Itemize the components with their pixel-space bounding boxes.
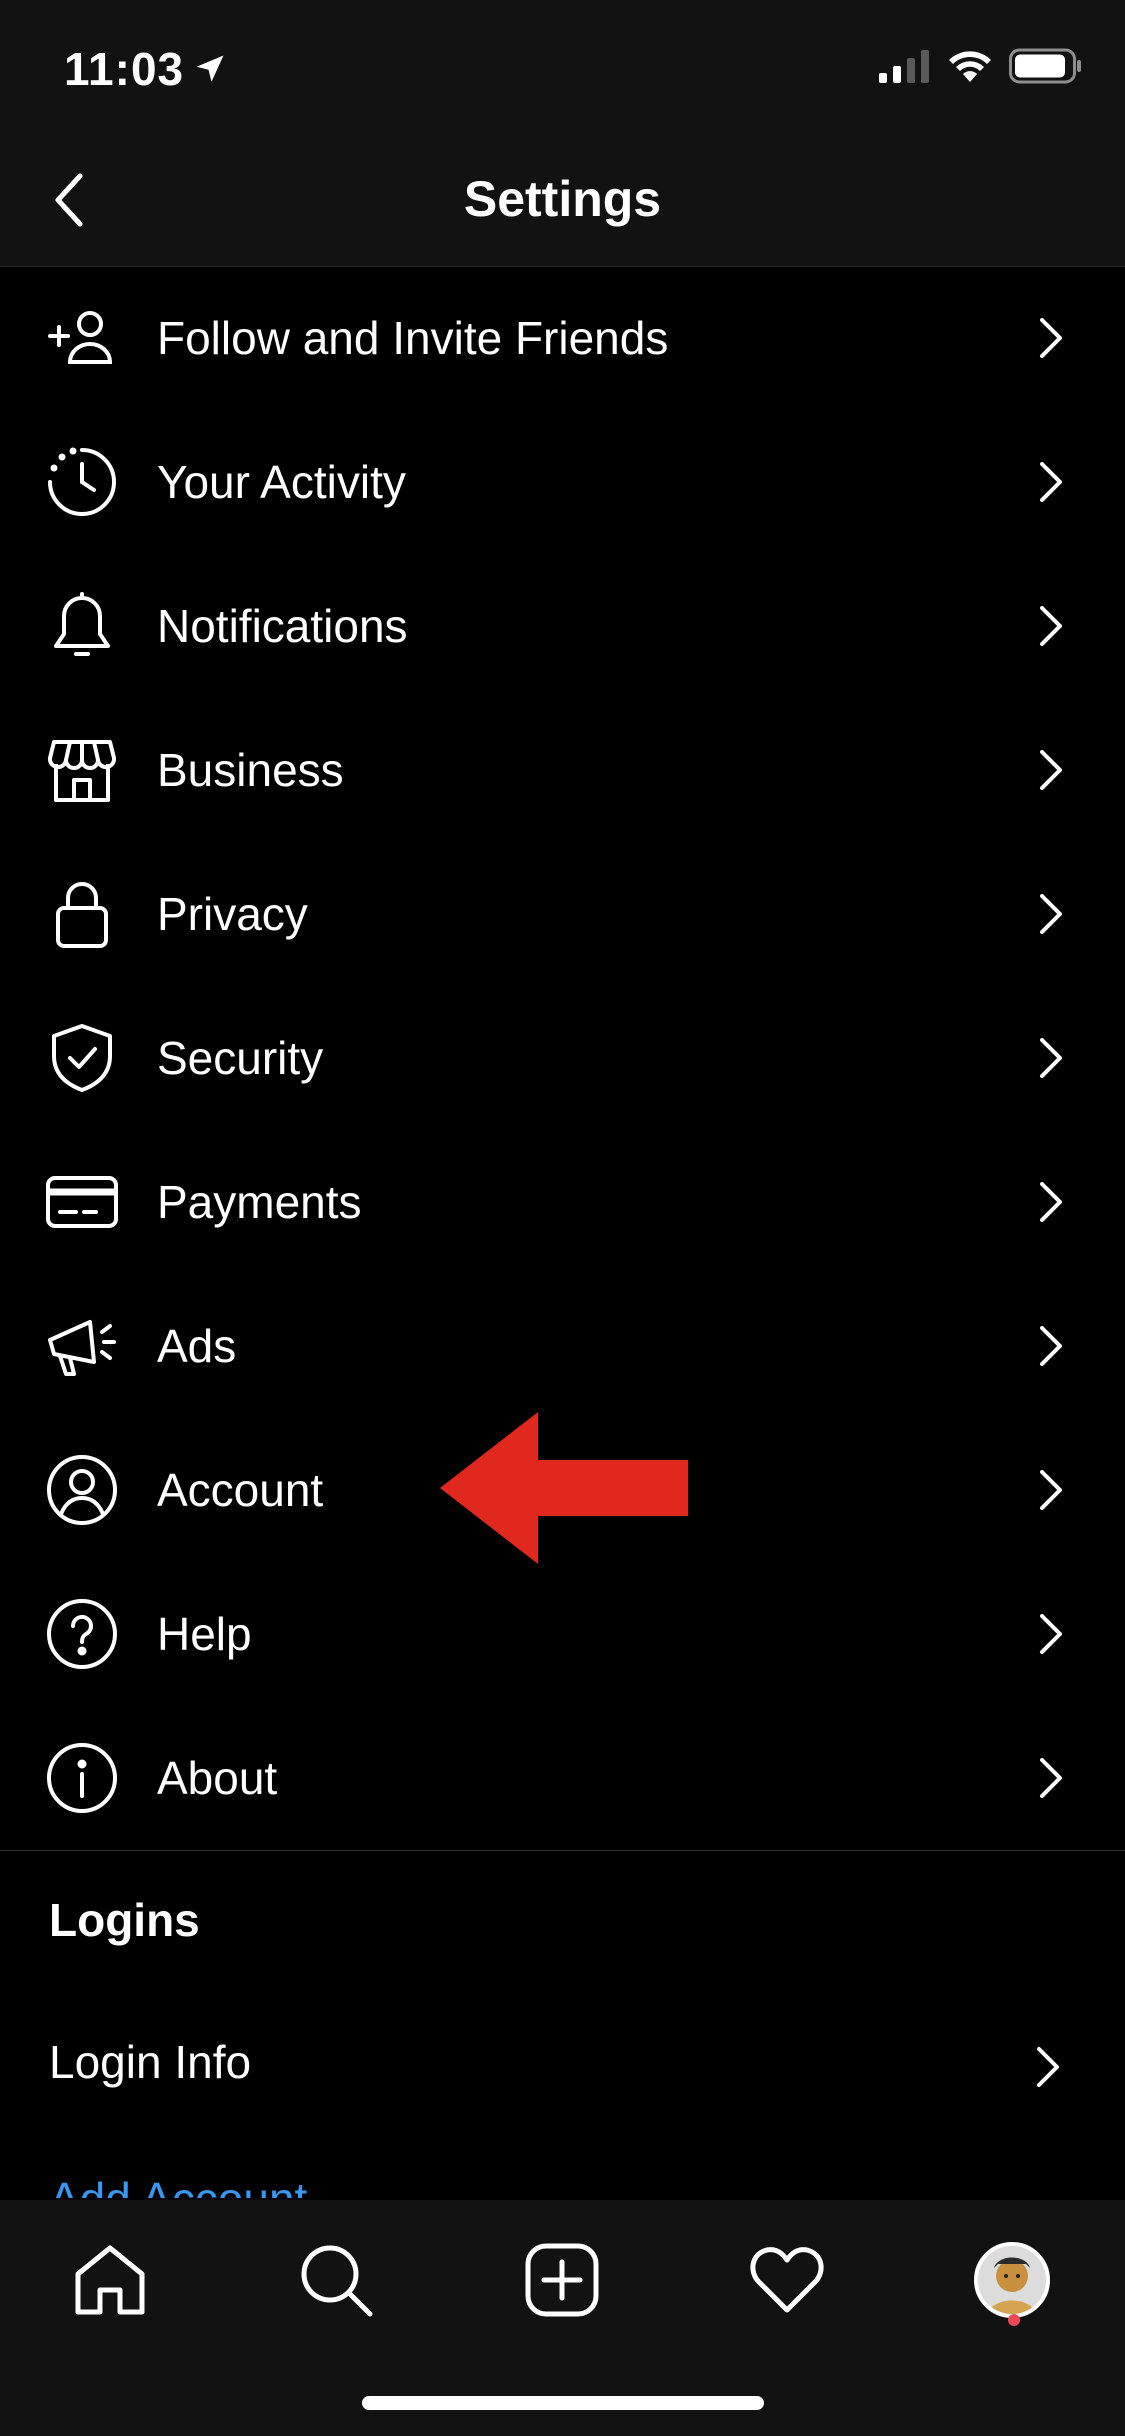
menu-item-login-info[interactable]: Login Info bbox=[0, 1995, 1125, 2139]
menu-item-label: Ads bbox=[157, 1320, 237, 1372]
profile-avatar bbox=[974, 2242, 1050, 2318]
notification-dot bbox=[1008, 2314, 1020, 2326]
page-title: Settings bbox=[463, 171, 662, 227]
menu-item-ads[interactable]: Ads bbox=[0, 1274, 1125, 1418]
menu-item-about[interactable]: About bbox=[0, 1706, 1125, 1850]
menu-item-business[interactable]: Business bbox=[0, 698, 1125, 842]
menu-item-security[interactable]: Security bbox=[0, 986, 1125, 1130]
battery-icon bbox=[1009, 48, 1081, 84]
menu-item-notifications[interactable]: Notifications bbox=[0, 554, 1125, 698]
add-person-icon bbox=[46, 302, 118, 374]
bell-icon bbox=[46, 590, 118, 662]
status-bar: 11:03 bbox=[0, 0, 1125, 132]
chevron-right-icon bbox=[1033, 748, 1069, 792]
menu-item-label: About bbox=[157, 1752, 278, 1804]
chevron-right-icon bbox=[1033, 1036, 1069, 1080]
menu-item-follow-invite[interactable]: Follow and Invite Friends bbox=[0, 266, 1125, 410]
lock-icon bbox=[46, 878, 118, 950]
tab-search[interactable] bbox=[286, 2230, 386, 2330]
shield-check-icon bbox=[46, 1022, 118, 1094]
location-arrow-icon bbox=[196, 55, 224, 82]
chevron-right-icon bbox=[1033, 2045, 1069, 2089]
menu-item-label: Business bbox=[157, 744, 344, 796]
add-account-link[interactable]: Add Account bbox=[49, 2180, 307, 2198]
annotation-arrow bbox=[440, 1412, 688, 1564]
menu-item-label: Notifications bbox=[157, 600, 408, 652]
menu-item-label: Account bbox=[157, 1464, 324, 1516]
chevron-right-icon bbox=[1033, 1324, 1069, 1368]
chevron-right-icon bbox=[1033, 1180, 1069, 1224]
menu-item-label: Help bbox=[157, 1608, 252, 1660]
add-post-icon bbox=[525, 2243, 599, 2317]
person-circle-icon bbox=[46, 1454, 118, 1526]
megaphone-icon bbox=[46, 1310, 118, 1382]
tab-activity[interactable] bbox=[737, 2230, 837, 2330]
chevron-right-icon bbox=[1033, 316, 1069, 360]
info-circle-icon bbox=[46, 1742, 118, 1814]
chevron-right-icon bbox=[1033, 1612, 1069, 1656]
storefront-icon bbox=[46, 734, 118, 806]
credit-card-icon bbox=[46, 1166, 118, 1238]
menu-item-label: Your Activity bbox=[157, 456, 406, 508]
chevron-right-icon bbox=[1033, 892, 1069, 936]
wifi-icon bbox=[949, 51, 991, 82]
tab-home[interactable] bbox=[60, 2230, 160, 2330]
menu-item-label: Privacy bbox=[157, 888, 308, 940]
menu-item-label: Follow and Invite Friends bbox=[157, 312, 669, 364]
settings-menu: Follow and Invite Friends Your Activity bbox=[0, 266, 1125, 1850]
heart-icon bbox=[750, 2247, 824, 2313]
section-divider bbox=[0, 1850, 1125, 1851]
menu-item-label: Security bbox=[157, 1032, 324, 1084]
menu-item-payments[interactable]: Payments bbox=[0, 1130, 1125, 1274]
question-circle-icon bbox=[46, 1598, 118, 1670]
menu-item-label: Login Info bbox=[49, 2036, 252, 2088]
search-icon bbox=[301, 2245, 373, 2317]
menu-item-your-activity[interactable]: Your Activity bbox=[0, 410, 1125, 554]
tab-new-post[interactable] bbox=[512, 2230, 612, 2330]
cellular-signal-icon bbox=[879, 50, 929, 83]
menu-item-privacy[interactable]: Privacy bbox=[0, 842, 1125, 986]
status-time: 11:03 bbox=[64, 43, 185, 95]
chevron-right-icon bbox=[1033, 1756, 1069, 1800]
navigation-header: Settings bbox=[0, 132, 1125, 267]
activity-clock-icon bbox=[46, 446, 118, 518]
chevron-right-icon bbox=[1033, 460, 1069, 504]
menu-item-label: Payments bbox=[157, 1176, 362, 1228]
home-indicator[interactable] bbox=[362, 2396, 764, 2410]
home-icon bbox=[75, 2245, 145, 2315]
chevron-right-icon bbox=[1033, 604, 1069, 648]
menu-item-help[interactable]: Help bbox=[0, 1562, 1125, 1706]
section-header-logins: Logins bbox=[49, 1894, 200, 1946]
chevron-right-icon bbox=[1033, 1468, 1069, 1512]
